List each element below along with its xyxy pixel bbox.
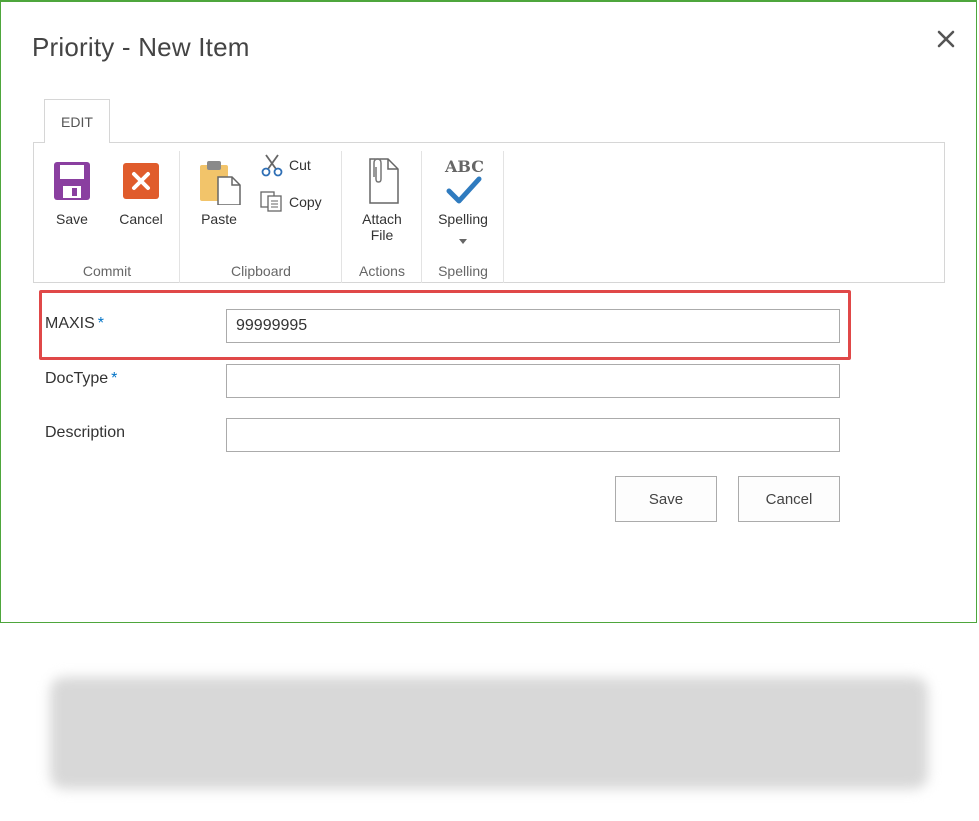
required-asterisk: * bbox=[111, 370, 118, 387]
doctype-label-text: DocType bbox=[45, 370, 109, 387]
ribbon-copy-button[interactable]: Copy bbox=[260, 191, 322, 213]
tab-edit[interactable]: EDIT bbox=[44, 99, 110, 143]
ribbon-attach-file-button[interactable]: Attach File bbox=[352, 155, 412, 243]
doctype-field-label: DocType * bbox=[45, 370, 117, 388]
ribbon-cut-button[interactable]: Cut bbox=[260, 153, 311, 177]
blurred-content bbox=[50, 677, 928, 789]
ribbon-cut-label: Cut bbox=[289, 157, 311, 173]
paste-clipboard-icon bbox=[196, 159, 242, 206]
actions-group: Attach File Actions bbox=[342, 151, 422, 283]
cancel-x-icon bbox=[122, 161, 160, 201]
scissors-icon bbox=[260, 153, 284, 177]
ribbon-copy-label: Copy bbox=[289, 194, 322, 210]
group-divider bbox=[503, 151, 504, 283]
ribbon-spelling-button[interactable]: ABC Spelling bbox=[430, 157, 496, 244]
new-item-dialog: Priority - New Item EDIT Save Cancel Com… bbox=[0, 0, 977, 623]
spelling-group: ABC Spelling Spelling bbox=[422, 151, 504, 283]
save-floppy-icon bbox=[53, 161, 91, 201]
ribbon-attach-label-line1: Attach bbox=[362, 211, 402, 227]
ribbon-cancel-button[interactable]: Cancel bbox=[112, 161, 170, 227]
copy-icon bbox=[260, 191, 284, 213]
commit-group: Save Cancel Commit bbox=[34, 151, 180, 283]
close-icon[interactable] bbox=[935, 28, 957, 50]
maxis-highlight-box bbox=[39, 290, 851, 360]
save-button[interactable]: Save bbox=[615, 476, 717, 522]
cancel-button[interactable]: Cancel bbox=[738, 476, 840, 522]
doctype-input[interactable] bbox=[226, 364, 840, 398]
ribbon-attach-label-line2: File bbox=[370, 227, 394, 243]
ribbon-paste-button[interactable]: Paste bbox=[192, 159, 246, 227]
dialog-title: Priority - New Item bbox=[32, 32, 250, 62]
commit-group-label: Commit bbox=[82, 263, 132, 279]
ribbon: Save Cancel Commit Paste Cut Copy Clipbo… bbox=[33, 142, 945, 283]
ribbon-cancel-label: Cancel bbox=[119, 211, 163, 227]
ribbon-spelling-label: Spelling bbox=[438, 211, 488, 227]
clipboard-group: Paste Cut Copy Clipboard bbox=[180, 151, 342, 283]
actions-group-label: Actions bbox=[359, 263, 405, 279]
chevron-down-icon bbox=[459, 231, 467, 244]
description-field-label: Description bbox=[45, 424, 126, 441]
ribbon-save-button[interactable]: Save bbox=[48, 161, 96, 227]
paperclip-icon bbox=[362, 155, 402, 205]
spelling-check-icon: ABC bbox=[441, 157, 485, 205]
ribbon-save-label: Save bbox=[56, 211, 88, 227]
spelling-group-label: Spelling bbox=[438, 263, 488, 279]
description-input[interactable] bbox=[226, 418, 840, 452]
clipboard-group-label: Clipboard bbox=[231, 263, 291, 279]
ribbon-paste-label: Paste bbox=[201, 211, 237, 227]
